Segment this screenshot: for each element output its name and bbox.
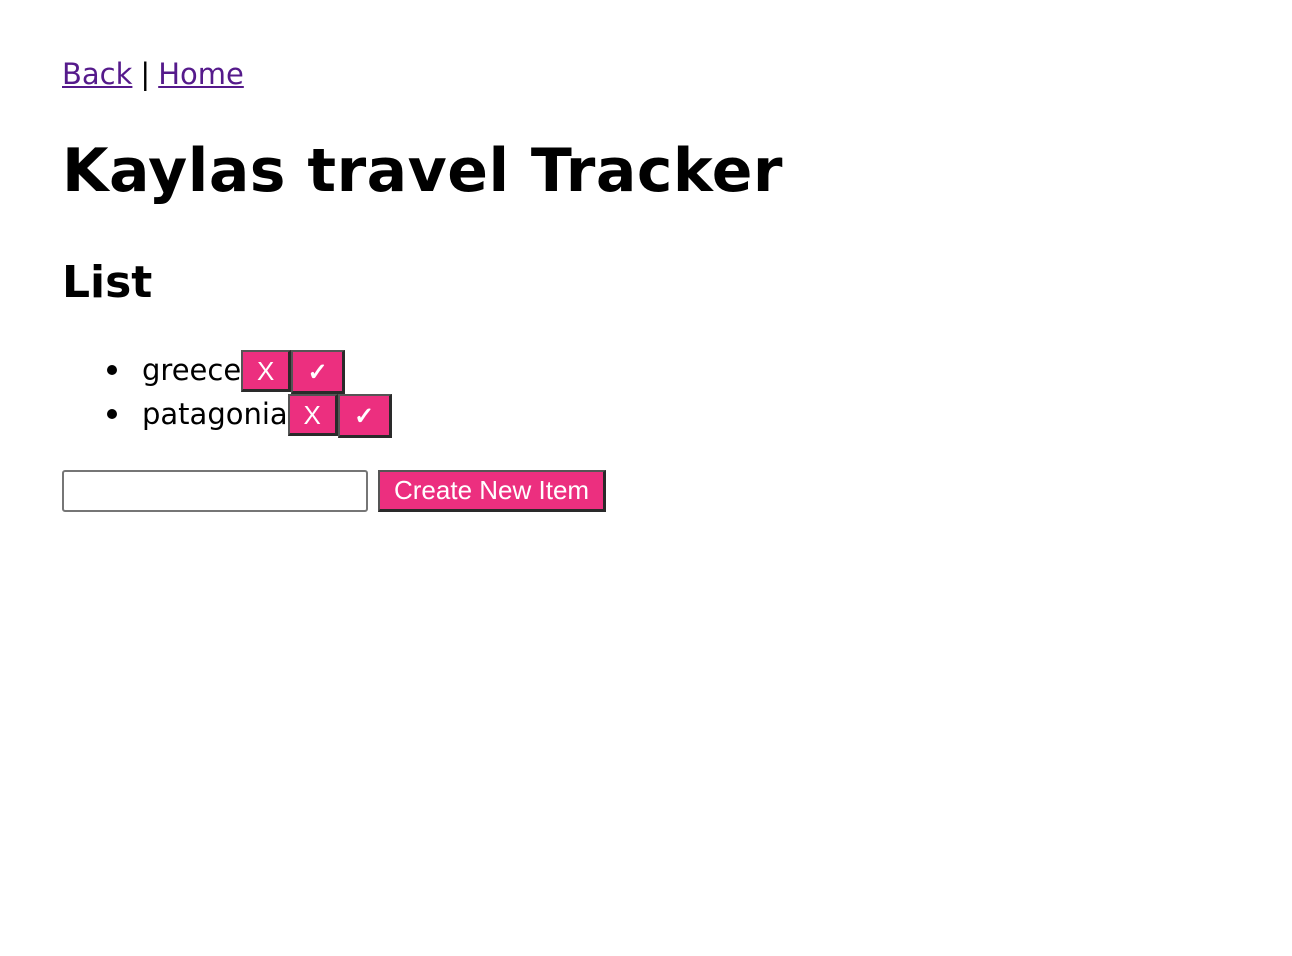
top-nav: Back | Home bbox=[62, 56, 244, 92]
page-title: Kaylas travel Tracker bbox=[62, 136, 783, 206]
create-item-form: Create New Item bbox=[62, 470, 607, 512]
list-item-text: greece bbox=[142, 353, 242, 387]
remove-item-button[interactable]: X bbox=[241, 350, 292, 392]
page: Back | Home Kaylas travel Tracker List gre… bbox=[0, 0, 1292, 956]
list-item: patagonia X ✓ bbox=[107, 394, 392, 438]
back-link[interactable]: Back bbox=[62, 57, 132, 91]
new-item-input[interactable] bbox=[62, 470, 368, 512]
remove-item-button[interactable]: X bbox=[287, 394, 338, 436]
bullet-icon bbox=[107, 365, 117, 375]
list-heading: List bbox=[62, 257, 153, 308]
home-link[interactable]: Home bbox=[158, 57, 244, 91]
list-item-text: patagonia bbox=[142, 397, 288, 431]
create-item-button[interactable]: Create New Item bbox=[378, 470, 607, 512]
complete-item-button[interactable]: ✓ bbox=[337, 394, 392, 438]
list-item: greece X ✓ bbox=[107, 350, 392, 394]
bullet-icon bbox=[107, 409, 117, 419]
nav-separator: | bbox=[140, 57, 151, 91]
travel-list: greece X ✓ patagonia X ✓ bbox=[62, 350, 392, 438]
complete-item-button[interactable]: ✓ bbox=[291, 350, 346, 394]
